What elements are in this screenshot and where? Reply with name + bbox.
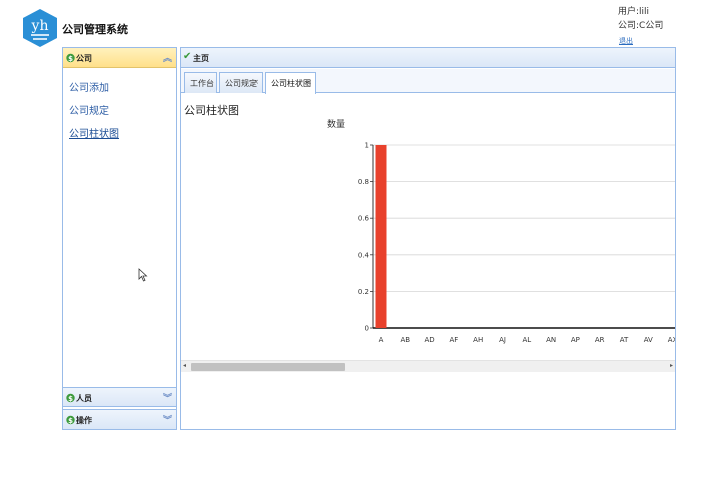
sidebar-section-label: 操作 [76, 416, 92, 425]
bar-chart: 数量 0 0.2 0.4 0.6 0.8 1 A AB AD AF AH AJ AL AN AP AR AT AV A… [327, 118, 675, 344]
sidebar-company-items: 公司添加 公司规定 公司柱状图 [63, 69, 176, 386]
logo-text: yh [31, 18, 49, 34]
app-logo: yh [22, 8, 58, 48]
close-icon[interactable]: × [306, 78, 312, 86]
sidebar-item-company-add[interactable]: 公司添加 [69, 79, 109, 94]
mouse-cursor-icon [138, 268, 148, 282]
y-tick-label: 0.6 [358, 215, 370, 223]
y-tick-label: 0.8 [358, 178, 369, 186]
tab-label: 工作台 [190, 79, 214, 88]
x-tick-label: AB [401, 336, 411, 344]
y-tick-label: 0.4 [358, 251, 370, 259]
x-tick-label: AR [595, 336, 605, 344]
sidebar-item-company-rules[interactable]: 公司规定 [69, 102, 109, 117]
horizontal-scrollbar[interactable]: ◂ ▸ [181, 360, 675, 372]
expand-down-icon[interactable]: ︾ [163, 391, 172, 404]
x-tick-label: AV [644, 336, 653, 344]
app-header: yh 公司管理系统 用户:lili 公司:C公司 退出 [0, 0, 720, 48]
scroll-left-icon[interactable]: ◂ [183, 362, 186, 369]
user-name: 用户:lili [618, 7, 650, 17]
x-tick-label: AH [473, 336, 483, 344]
sidebar-section-label: 人员 [76, 394, 92, 403]
x-tick-label: AJ [499, 336, 506, 344]
svg-text:$: $ [68, 55, 73, 63]
svg-text:$: $ [68, 417, 73, 425]
close-icon[interactable]: × [253, 78, 259, 86]
main-panel: ✔ 主页 工作台 公司规定 × 公司柱状图 × 公司柱状图 数量 0 0.2 0.4 0… [180, 47, 676, 430]
user-info: 用户:lili 公司:C公司 [618, 5, 663, 33]
tab-company-rules[interactable]: 公司规定 × [219, 72, 263, 93]
tab-label: 公司柱状图 [271, 79, 311, 88]
sidebar-section-people[interactable]: $ 人员 ︾ [63, 387, 176, 407]
user-company: 公司:C公司 [618, 21, 664, 31]
x-tick-label: A [379, 336, 384, 344]
logout-link[interactable]: 退出 [619, 36, 633, 46]
sidebar: $ 公司 ︽ 公司添加 公司规定 公司柱状图 $ 人员 ︾ $ 操作 ︾ [62, 47, 177, 430]
y-axis-label: 数量 [327, 118, 345, 130]
y-tick-label: 1 [365, 142, 369, 150]
x-tick-label: AF [449, 336, 458, 344]
dollar-icon: $ [66, 393, 75, 403]
x-tick-label: AT [620, 336, 629, 344]
main-panel-header: ✔ 主页 [181, 48, 675, 68]
checkmark-icon: ✔ [183, 51, 192, 62]
dollar-icon: $ [66, 415, 75, 425]
sidebar-section-label: 公司 [76, 54, 92, 63]
scroll-right-icon[interactable]: ▸ [670, 362, 673, 369]
tab-company-chart[interactable]: 公司柱状图 × [265, 72, 316, 94]
app-title: 公司管理系统 [62, 23, 128, 36]
page-title: 公司柱状图 [184, 104, 239, 117]
scrollbar-thumb[interactable] [191, 363, 345, 371]
tab-content: 公司柱状图 数量 0 0.2 0.4 0.6 0.8 1 A AB AD AF AH AJ AL AN AP A… [181, 94, 675, 429]
collapse-up-icon[interactable]: ︽ [163, 51, 172, 64]
y-tick-label: 0 [365, 325, 369, 333]
tab-workbench[interactable]: 工作台 [184, 72, 217, 93]
sidebar-section-company[interactable]: $ 公司 ︽ [63, 48, 176, 68]
main-panel-title: 主页 [193, 54, 209, 63]
x-tick-label: AL [522, 336, 531, 344]
x-tick-label: AD [425, 336, 435, 344]
tab-bar: 工作台 公司规定 × 公司柱状图 × [181, 69, 675, 94]
expand-down-icon[interactable]: ︾ [163, 413, 172, 426]
x-tick-label: AN [546, 336, 556, 344]
svg-text:$: $ [68, 395, 73, 403]
sidebar-section-operations[interactable]: $ 操作 ︾ [63, 409, 176, 429]
x-tick-label: AX [668, 336, 675, 344]
x-tick-label: AP [571, 336, 580, 344]
bar-A [375, 145, 387, 328]
dollar-icon: $ [66, 53, 75, 63]
y-tick-label: 0.2 [358, 288, 369, 296]
sidebar-item-company-chart[interactable]: 公司柱状图 [69, 125, 119, 140]
